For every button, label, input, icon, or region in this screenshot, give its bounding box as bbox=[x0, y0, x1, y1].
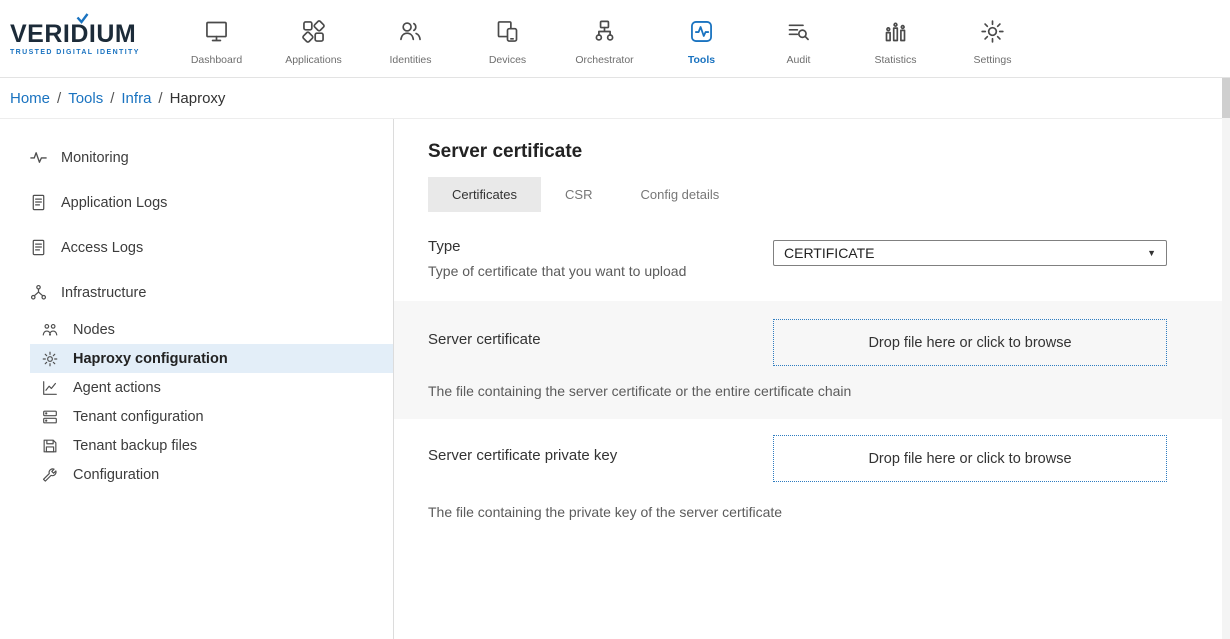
nav-label: Applications bbox=[285, 54, 342, 66]
devices-icon bbox=[494, 16, 521, 48]
tab-config-details[interactable]: Config details bbox=[616, 177, 743, 212]
audit-icon bbox=[785, 16, 812, 48]
sidebar-item-label: Application Logs bbox=[61, 195, 167, 211]
sidebar-item-nodes[interactable]: Nodes bbox=[30, 315, 393, 344]
sidebar-item-agent-actions[interactable]: Agent actions bbox=[30, 373, 393, 402]
nav-label: Dashboard bbox=[191, 54, 242, 66]
access-logs-icon bbox=[28, 238, 48, 258]
type-label: Type bbox=[428, 238, 773, 255]
tenant-server-icon bbox=[40, 407, 60, 427]
sidebar-item-tenant-backup-files[interactable]: Tenant backup files bbox=[30, 431, 393, 460]
nav-item-applications[interactable]: Applications bbox=[265, 12, 362, 66]
sidebar-item-label: Infrastructure bbox=[61, 285, 146, 301]
sidebar-item-label: Tenant configuration bbox=[73, 409, 204, 425]
dashboard-icon bbox=[203, 16, 230, 48]
nav-item-tools[interactable]: Tools bbox=[653, 12, 750, 66]
sidebar-item-configuration[interactable]: Configuration bbox=[30, 460, 393, 489]
nav-label: Statistics bbox=[874, 54, 916, 66]
nav-label: Identities bbox=[389, 54, 431, 66]
agent-actions-chart-icon bbox=[40, 378, 60, 398]
nav-item-orchestrator[interactable]: Orchestrator bbox=[556, 12, 653, 66]
sidebar: Monitoring Application Logs Access Logs … bbox=[0, 119, 394, 639]
breadcrumb: Home / Tools / Infra / Haproxy bbox=[0, 78, 1230, 118]
server-certificate-dropzone[interactable]: Drop file here or click to browse bbox=[773, 319, 1167, 366]
private-key-label: Server certificate private key bbox=[428, 435, 773, 482]
nav-item-dashboard[interactable]: Dashboard bbox=[168, 12, 265, 66]
nav-item-audit[interactable]: Audit bbox=[750, 12, 847, 66]
chevron-down-icon: ▼ bbox=[1147, 248, 1156, 258]
content-area: Monitoring Application Logs Access Logs … bbox=[0, 118, 1230, 639]
type-select-value: CERTIFICATE bbox=[784, 245, 875, 261]
wrench-icon bbox=[40, 465, 60, 485]
application-logs-icon bbox=[28, 193, 48, 213]
vertical-scrollbar[interactable] bbox=[1222, 78, 1230, 639]
breadcrumb-separator: / bbox=[158, 90, 162, 107]
main-panel: Server certificate Certificates CSR Conf… bbox=[394, 119, 1230, 639]
nav-item-identities[interactable]: Identities bbox=[362, 12, 459, 66]
tab-csr[interactable]: CSR bbox=[541, 177, 616, 212]
breadcrumb-separator: / bbox=[57, 90, 61, 107]
sidebar-item-label: Configuration bbox=[73, 467, 159, 483]
statistics-icon bbox=[882, 16, 909, 48]
monitoring-icon bbox=[28, 148, 48, 168]
sidebar-item-label: Nodes bbox=[73, 322, 115, 338]
tab-certificates[interactable]: Certificates bbox=[428, 177, 541, 212]
scrollbar-thumb[interactable] bbox=[1222, 78, 1230, 118]
server-certificate-label: Server certificate bbox=[428, 319, 773, 366]
nodes-icon bbox=[40, 320, 60, 340]
backup-save-icon bbox=[40, 436, 60, 456]
tools-icon bbox=[688, 16, 715, 48]
sidebar-item-haproxy-configuration[interactable]: Haproxy configuration bbox=[30, 344, 393, 373]
nav-label: Audit bbox=[787, 54, 811, 66]
dropzone-text: Drop file here or click to browse bbox=[868, 335, 1071, 351]
sidebar-item-label: Haproxy configuration bbox=[73, 351, 228, 367]
brand-tagline: TRUSTED DIGITAL IDENTITY bbox=[10, 49, 160, 56]
page-title: Server certificate bbox=[428, 141, 1167, 163]
certificate-form: Type Type of certificate that you want t… bbox=[394, 238, 1230, 540]
nav-item-devices[interactable]: Devices bbox=[459, 12, 556, 66]
veridium-logo[interactable]: VERIDIUM TRUSTED DIGITAL IDENTITY bbox=[10, 22, 160, 56]
breadcrumb-infra[interactable]: Infra bbox=[121, 90, 151, 107]
server-certificate-helper: The file containing the server certifica… bbox=[428, 383, 1167, 399]
sidebar-item-label: Tenant backup files bbox=[73, 438, 197, 454]
sidebar-item-label: Monitoring bbox=[61, 150, 129, 166]
brand-name: VERIDIUM bbox=[10, 22, 160, 47]
main-nav: Dashboard Applications Identities Device… bbox=[168, 12, 1041, 66]
breadcrumb-current-haproxy: Haproxy bbox=[170, 90, 226, 107]
type-row: Type Type of certificate that you want t… bbox=[394, 238, 1230, 279]
sidebar-item-access-logs[interactable]: Access Logs bbox=[0, 225, 393, 270]
nav-label: Orchestrator bbox=[575, 54, 633, 66]
private-key-row: Server certificate private key Drop file… bbox=[394, 419, 1230, 540]
orchestrator-icon bbox=[591, 16, 618, 48]
sidebar-item-monitoring[interactable]: Monitoring bbox=[0, 135, 393, 180]
nav-label: Tools bbox=[688, 54, 715, 66]
breadcrumb-home[interactable]: Home bbox=[10, 90, 50, 107]
private-key-helper: The file containing the private key of t… bbox=[428, 504, 1167, 520]
type-select[interactable]: CERTIFICATE ▼ bbox=[773, 240, 1167, 266]
haproxy-gear-icon bbox=[40, 349, 60, 369]
breadcrumb-tools[interactable]: Tools bbox=[68, 90, 103, 107]
sidebar-item-label: Agent actions bbox=[73, 380, 161, 396]
sidebar-item-application-logs[interactable]: Application Logs bbox=[0, 180, 393, 225]
sidebar-item-infrastructure[interactable]: Infrastructure bbox=[0, 270, 393, 315]
server-certificate-row: Server certificate Drop file here or cli… bbox=[394, 301, 1230, 419]
settings-icon bbox=[979, 16, 1006, 48]
infrastructure-icon bbox=[28, 283, 48, 303]
dropzone-text: Drop file here or click to browse bbox=[868, 451, 1071, 467]
identities-icon bbox=[397, 16, 424, 48]
top-bar: VERIDIUM TRUSTED DIGITAL IDENTITY Dashbo… bbox=[0, 0, 1230, 78]
sidebar-item-label: Access Logs bbox=[61, 240, 143, 256]
logo-check-icon bbox=[76, 13, 89, 24]
nav-item-settings[interactable]: Settings bbox=[944, 12, 1041, 66]
nav-label: Devices bbox=[489, 54, 526, 66]
applications-icon bbox=[300, 16, 327, 48]
private-key-dropzone[interactable]: Drop file here or click to browse bbox=[773, 435, 1167, 482]
sidebar-item-tenant-configuration[interactable]: Tenant configuration bbox=[30, 402, 393, 431]
tab-bar: Certificates CSR Config details bbox=[428, 177, 1167, 212]
breadcrumb-separator: / bbox=[110, 90, 114, 107]
nav-item-statistics[interactable]: Statistics bbox=[847, 12, 944, 66]
nav-label: Settings bbox=[974, 54, 1012, 66]
type-helper: Type of certificate that you want to upl… bbox=[428, 263, 773, 279]
